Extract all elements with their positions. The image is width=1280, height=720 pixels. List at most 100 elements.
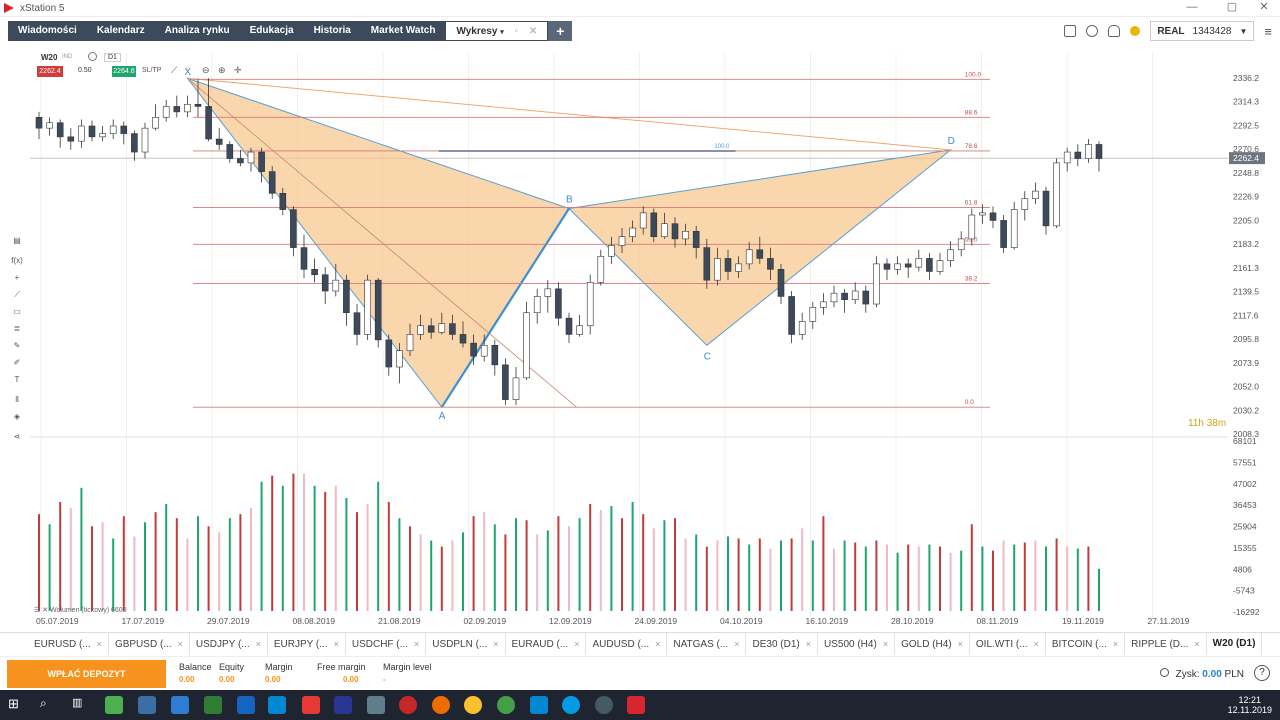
instrument-tab[interactable]: USDCHF (... × xyxy=(346,633,427,655)
nav-item-market-analysis[interactable]: Analiza rynku xyxy=(155,21,240,41)
drawing-toolbar: ▤ f(x) + ⟋ ▭ ≣ ✎ ✐ T ⫴ ◈ ⋖ xyxy=(9,235,25,448)
taskbar-chrome-icon[interactable] xyxy=(464,696,482,714)
taskbar-solitaire-icon[interactable] xyxy=(204,696,222,714)
instrument-tab[interactable]: OIL.WTI (... × xyxy=(970,633,1046,655)
bell-icon[interactable] xyxy=(1108,25,1121,37)
close-tab-icon[interactable]: × xyxy=(1194,639,1199,649)
taskbar-opera-icon[interactable] xyxy=(399,696,417,714)
nav-item-market-watch[interactable]: Market Watch xyxy=(361,21,446,41)
indicators-icon[interactable]: ⫶ xyxy=(186,65,188,76)
help-button[interactable]: ? xyxy=(1254,665,1270,681)
close-tab-icon[interactable]: × xyxy=(178,639,183,649)
share-icon[interactable]: ⋖ xyxy=(11,431,23,443)
buy-price-button[interactable]: 2264.6 xyxy=(112,66,136,77)
instrument-tab[interactable]: NATGAS (... × xyxy=(667,633,747,655)
chart-area[interactable]: 2336.2 2314.3 2292.5 2270.6 2248.8 2226.9 2205… xyxy=(0,45,1280,630)
magnet-icon[interactable]: ⫴ xyxy=(11,394,23,406)
close-tab-icon[interactable]: ✕ xyxy=(529,26,537,37)
fibonacci-tool-icon[interactable]: ≣ xyxy=(11,323,23,335)
timeframe-select[interactable]: D1 xyxy=(104,53,121,62)
menu-icon[interactable]: ≡ xyxy=(1264,24,1272,39)
volume-bar xyxy=(822,516,825,611)
taskbar-files-icon[interactable] xyxy=(367,696,385,714)
layout-icon[interactable] xyxy=(1064,25,1077,37)
instrument-tab[interactable]: EURAUD (... × xyxy=(506,633,587,655)
taskbar-skype-icon[interactable] xyxy=(530,696,548,714)
instrument-tab[interactable]: EURUSD (... × xyxy=(28,633,109,655)
instrument-tab[interactable]: DE30 (D1) × xyxy=(746,633,818,655)
taskbar-firefox-icon[interactable] xyxy=(432,696,450,714)
instrument-tab[interactable]: USDPLN (... × xyxy=(426,633,506,655)
sl-tp-button[interactable]: SL/TP xyxy=(142,67,161,74)
windows-start-icon[interactable]: ⊞ xyxy=(8,696,26,714)
clock-icon[interactable] xyxy=(88,52,97,61)
close-tab-icon[interactable]: × xyxy=(1113,639,1118,649)
nav-item-charts[interactable]: Wykresy ▾ ▫ ✕ xyxy=(445,21,549,41)
instrument-tab[interactable]: USDJPY (... × xyxy=(190,633,268,655)
zoom-out-icon[interactable]: ⊖ xyxy=(202,65,210,76)
close-tab-icon[interactable]: × xyxy=(574,639,579,649)
close-tab-icon[interactable]: × xyxy=(256,639,261,649)
close-tab-icon[interactable]: × xyxy=(97,639,102,649)
taskbar-browser-icon[interactable] xyxy=(268,696,286,714)
pen-tool-icon[interactable]: ✎ xyxy=(11,340,23,352)
close-tab-icon[interactable]: × xyxy=(414,639,419,649)
taskbar-telegram-icon[interactable] xyxy=(562,696,580,714)
close-tab-icon[interactable]: × xyxy=(734,639,739,649)
object-list-icon[interactable]: ▤ xyxy=(11,235,23,247)
popout-icon[interactable]: ▫ xyxy=(515,26,519,37)
deposit-button[interactable]: WPŁAĆ DEPOZYT xyxy=(7,660,166,688)
instrument-tab[interactable]: EURJPY (... × xyxy=(268,633,346,655)
account-selector[interactable]: REAL 1343428 ▼ xyxy=(1150,21,1255,41)
instrument-tab[interactable]: GOLD (H4) × xyxy=(895,633,970,655)
instrument-tab[interactable]: RIPPLE (D... × xyxy=(1125,633,1207,655)
taskbar-writer-icon[interactable] xyxy=(334,696,352,714)
close-tab-icon[interactable]: × xyxy=(1034,639,1039,649)
rectangle-tool-icon[interactable]: ▭ xyxy=(11,306,23,318)
crosshair-tool-icon[interactable]: + xyxy=(11,272,23,284)
close-tab-icon[interactable]: × xyxy=(334,639,339,649)
task-view-icon[interactable]: ▥ xyxy=(72,696,90,714)
taskbar-obs-icon[interactable] xyxy=(595,696,613,714)
volume-bar xyxy=(631,501,634,611)
crosshair-icon[interactable]: ✛ xyxy=(234,65,242,76)
candle-body xyxy=(332,279,340,292)
sell-price-button[interactable]: 2262.4 xyxy=(37,66,63,77)
network-icon[interactable] xyxy=(1086,25,1099,37)
close-tab-icon[interactable]: × xyxy=(655,639,660,649)
line-chart-icon[interactable]: ⟋ xyxy=(171,65,177,76)
zoom-in-icon[interactable]: ⊕ xyxy=(218,65,226,76)
taskbar-cloud-icon[interactable] xyxy=(171,696,189,714)
line-tool-icon[interactable]: ⟋ xyxy=(11,289,23,301)
instrument-tab[interactable]: GBPUSD (... × xyxy=(109,633,190,655)
chart-canvas[interactable]: 2336.22314.32292.52270.62248.82226.92205… xyxy=(0,45,1280,630)
layers-icon[interactable]: ◈ xyxy=(11,411,23,423)
taskbar-mail-icon[interactable] xyxy=(138,696,156,714)
taskbar-whatsapp-icon[interactable] xyxy=(497,696,515,714)
instrument-tab[interactable]: US500 (H4) × xyxy=(818,633,896,655)
nav-item-calendar[interactable]: Kalendarz xyxy=(87,21,155,41)
taskbar-xstation-icon[interactable] xyxy=(627,696,645,714)
instrument-tab[interactable]: AUDUSD (... × xyxy=(586,633,668,655)
nav-item-news[interactable]: Wiadomości xyxy=(8,21,87,41)
taskbar-office-icon[interactable] xyxy=(302,696,320,714)
close-tab-icon[interactable]: × xyxy=(493,639,498,649)
instrument-tab[interactable]: BITCOIN (... × xyxy=(1046,633,1126,655)
brush-tool-icon[interactable]: ✐ xyxy=(11,357,23,369)
taskbar-edge-icon[interactable] xyxy=(237,696,255,714)
close-tab-icon[interactable]: × xyxy=(958,639,963,649)
nav-item-education[interactable]: Edukacja xyxy=(240,21,304,41)
taskbar-app-store-icon[interactable] xyxy=(105,696,123,714)
taskbar-search-icon[interactable]: ⌕ xyxy=(40,696,58,714)
volume-input[interactable]: 0.50 xyxy=(78,67,92,74)
nav-item-history[interactable]: Historia xyxy=(304,21,361,41)
add-workspace-button[interactable]: + xyxy=(548,21,573,41)
minimize-icon[interactable]: — xyxy=(1172,0,1212,17)
close-tab-icon[interactable]: × xyxy=(883,639,888,649)
instrument-tab[interactable]: W20 (D1) xyxy=(1207,633,1263,655)
close-tab-icon[interactable]: × xyxy=(806,639,811,649)
close-window-icon[interactable]: ✕ xyxy=(1244,0,1280,17)
function-icon[interactable]: f(x) xyxy=(11,255,23,267)
lightbulb-icon[interactable] xyxy=(1130,26,1141,36)
text-tool-icon[interactable]: T xyxy=(11,374,23,386)
